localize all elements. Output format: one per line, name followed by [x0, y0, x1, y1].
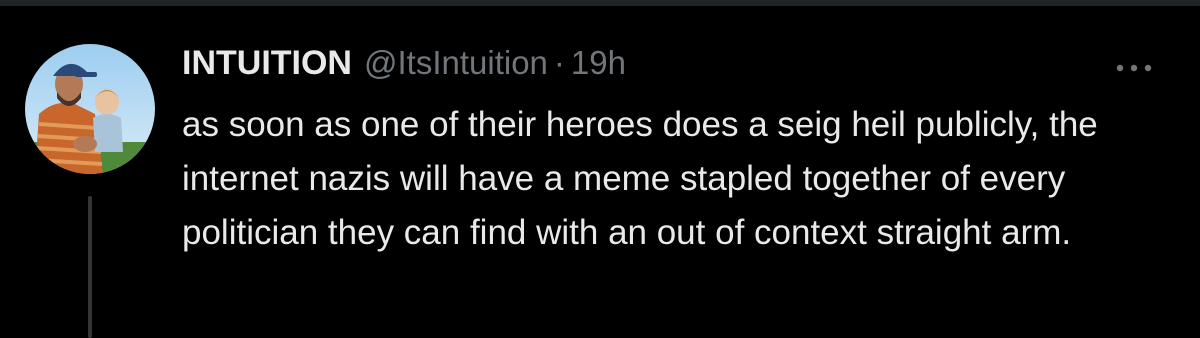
separator-dot: ·: [553, 44, 565, 81]
display-name[interactable]: INTUITION: [182, 44, 352, 83]
profile-photo: [25, 44, 155, 174]
more-button[interactable]: [1110, 56, 1158, 80]
tweet-header: INTUITION @ItsIntuition · 19h: [182, 44, 626, 86]
tweet[interactable]: INTUITION @ItsIntuition · 19h as soon as…: [0, 6, 1200, 338]
thread-line: [88, 196, 92, 338]
timestamp[interactable]: 19h: [571, 44, 626, 82]
more-horizontal-icon: [1116, 64, 1152, 72]
avatar[interactable]: [25, 44, 155, 174]
tweet-text: as soon as one of their heroes does a se…: [182, 105, 1098, 252]
user-handle[interactable]: @ItsIntuition: [364, 44, 548, 82]
